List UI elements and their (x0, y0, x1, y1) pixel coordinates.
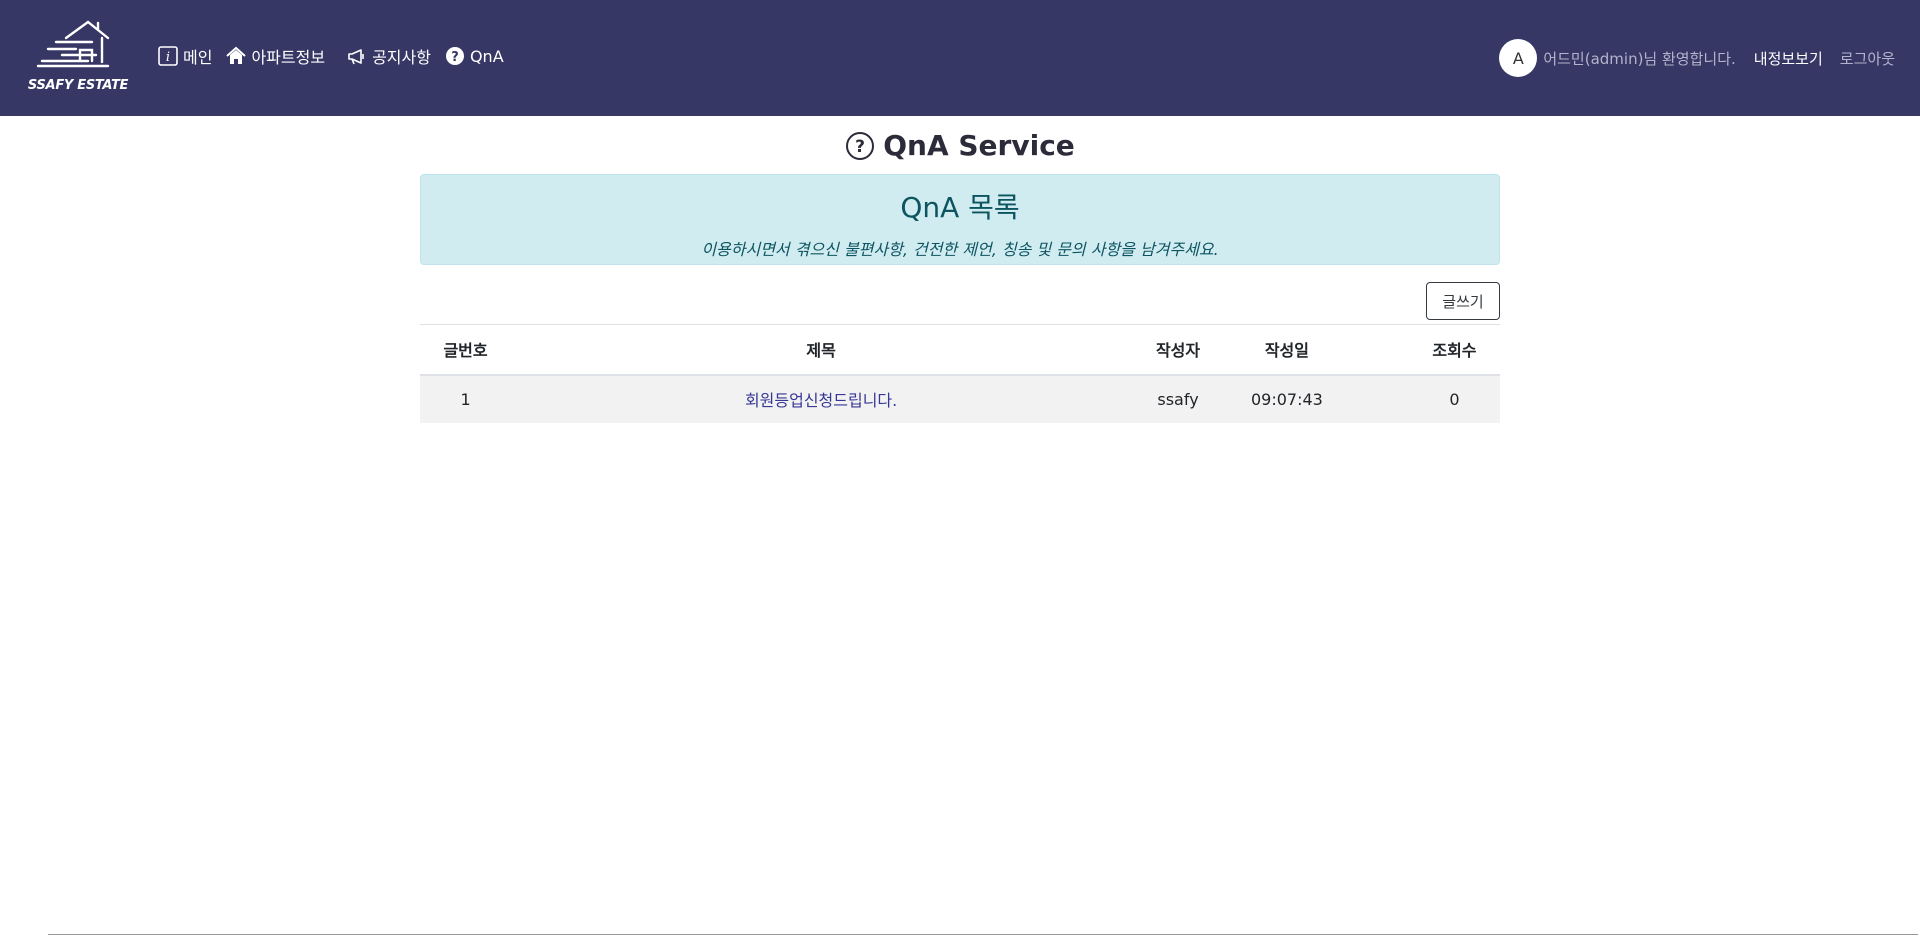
table-header-row: 글번호 제목 작성자 작성일 조회수 (420, 324, 1500, 376)
row-title-link[interactable]: 회원등업신청드립니다. (745, 391, 897, 410)
write-button[interactable]: 글쓰기 (1426, 282, 1500, 320)
svg-text:?: ? (855, 137, 865, 157)
info-icon: i (158, 46, 178, 66)
question-circle-icon: ? (846, 131, 875, 160)
page-title: ? QnA Service (0, 129, 1920, 162)
avatar[interactable]: A (1499, 39, 1538, 77)
banner-title: QnA 목록 (900, 191, 1020, 224)
house-logo-icon (36, 20, 110, 68)
mypage-link[interactable]: 내정보보기 (1754, 48, 1823, 69)
nav-main-label: 메인 (183, 48, 213, 67)
home-icon (226, 46, 247, 66)
qna-banner: QnA 목록 이용하시면서 겪으신 불편사항, 건전한 제언, 칭송 및 문의 … (420, 174, 1500, 265)
qna-table: 글번호 제목 작성자 작성일 조회수 1 회원등업신청드립니다. ssafy 0… (420, 324, 1500, 423)
logout-link[interactable]: 로그아웃 (1840, 48, 1895, 69)
row-title-cell: 회원등업신청드립니다. (511, 374, 1132, 423)
col-date: 작성일 (1224, 324, 1409, 376)
nav-main[interactable]: i 메인 (158, 44, 212, 68)
svg-text:?: ? (451, 50, 459, 65)
nav-notice[interactable]: 공지사항 (347, 44, 431, 68)
col-views: 조회수 (1408, 324, 1500, 376)
main-nav: i 메인 아파트정보 공지사항 ? QnA (158, 44, 518, 68)
banner-description: 이용하시면서 겪으신 불편사항, 건전한 제언, 칭송 및 문의 사항을 남겨주… (701, 240, 1219, 259)
col-writer: 작성자 (1131, 324, 1225, 376)
top-navbar: SSAFY ESTATE i 메인 아파트정보 공지사항 ? QnA A 어드민… (0, 0, 1920, 116)
row-writer: ssafy (1131, 374, 1225, 423)
nav-qna-label: QnA (469, 46, 504, 66)
bottom-divider (48, 934, 1918, 935)
megaphone-icon (347, 46, 367, 66)
col-no: 글번호 (420, 324, 512, 376)
svg-text:i: i (166, 50, 170, 65)
brand-logo[interactable]: SSAFY ESTATE (26, 20, 130, 96)
question-circle-icon: ? (445, 46, 465, 66)
user-nav: A 어드민(admin)님 환영합니다. 내정보보기 로그아웃 (1499, 39, 1895, 77)
row-no: 1 (420, 374, 512, 423)
page-title-text: QnA Service (883, 129, 1075, 162)
col-title: 제목 (511, 324, 1132, 376)
nav-apt[interactable]: 아파트정보 (226, 44, 325, 68)
welcome-text: 어드민(admin)님 환영합니다. (1543, 49, 1736, 68)
row-views: 0 (1408, 374, 1500, 423)
brand-name: SSAFY ESTATE (27, 78, 129, 93)
row-date: 09:07:43 (1224, 374, 1409, 423)
nav-notice-label: 공지사항 (372, 48, 431, 67)
nav-qna[interactable]: ? QnA (445, 46, 504, 66)
table-row[interactable]: 1 회원등업신청드립니다. ssafy 09:07:43 0 (420, 374, 1500, 423)
nav-apt-label: 아파트정보 (251, 48, 326, 67)
